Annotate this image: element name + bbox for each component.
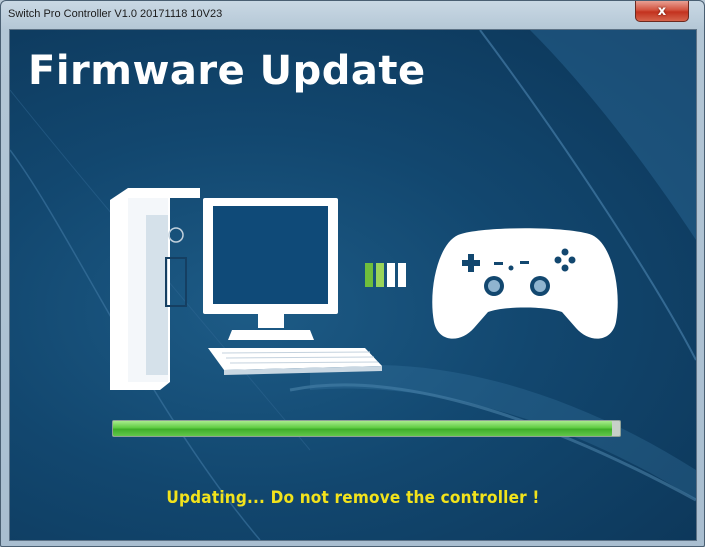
title-bar[interactable]: Switch Pro Controller V1.0 20171118 10V2… bbox=[1, 1, 704, 29]
status-message: Updating... Do not remove the controller… bbox=[166, 488, 540, 508]
close-button[interactable]: x bbox=[635, 1, 689, 22]
illustration bbox=[110, 188, 618, 390]
progress-bar bbox=[112, 420, 621, 437]
progress-fill bbox=[113, 421, 613, 436]
gamepad-icon bbox=[432, 228, 618, 339]
close-icon: x bbox=[657, 3, 667, 19]
computer-icon bbox=[110, 188, 382, 390]
window-title: Switch Pro Controller V1.0 20171118 10V2… bbox=[8, 8, 223, 20]
update-panel: Firmware Update Updating... Do not remov… bbox=[9, 29, 697, 541]
transfer-bars-icon bbox=[365, 263, 406, 287]
app-window: Switch Pro Controller V1.0 20171118 10V2… bbox=[0, 0, 705, 547]
